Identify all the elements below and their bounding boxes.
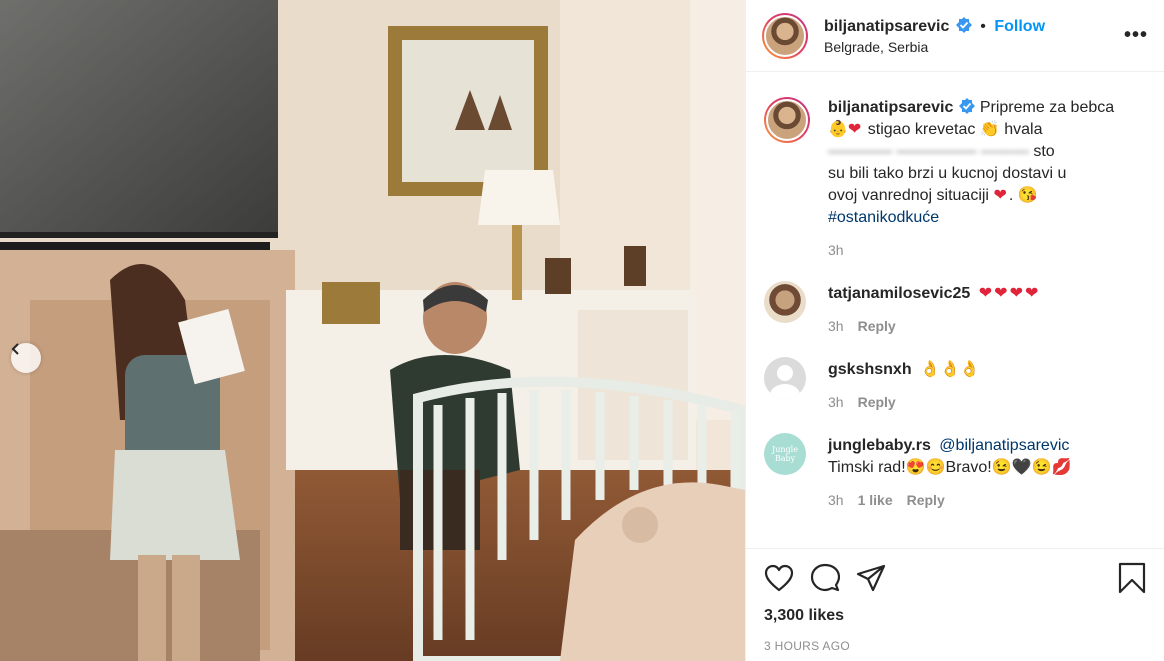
header-username[interactable]: biljanatipsarevic xyxy=(824,18,949,35)
caption-time[interactable]: 3h xyxy=(828,242,844,258)
caption: biljanatipsarevic Pripreme za bebca 👶❤ s… xyxy=(764,97,1148,261)
mention-link[interactable]: @biljanatipsarevic xyxy=(939,437,1069,454)
avatar[interactable] xyxy=(762,12,808,59)
comment-avatar[interactable] xyxy=(764,281,806,323)
heart-emoji: ❤ xyxy=(847,121,864,138)
clap-emoji: 👏 xyxy=(979,121,1000,138)
comment-time[interactable]: 3h xyxy=(828,492,844,508)
reply-button[interactable]: Reply xyxy=(907,492,945,508)
comment-time[interactable]: 3h xyxy=(828,318,844,334)
comment-icon[interactable] xyxy=(810,563,840,593)
comment: Jungle Baby junglebaby.rs @biljanatipsar… xyxy=(764,433,1148,511)
hashtag-link[interactable]: #ostanikodkuće xyxy=(828,209,939,226)
post-timestamp[interactable]: 3 HOURS AGO xyxy=(764,639,1146,653)
like-count[interactable]: 1 like xyxy=(858,492,893,508)
share-icon[interactable] xyxy=(856,564,886,592)
caption-text-3: sto xyxy=(1033,143,1055,160)
reply-button[interactable]: Reply xyxy=(858,394,896,410)
caption-text-4: su bili tako brzi u kucnoj dostavi u xyxy=(828,165,1067,182)
comment-avatar[interactable] xyxy=(764,357,806,399)
heart-emoji: ❤ xyxy=(993,187,1009,204)
comment: gskshsnxh 👌👌👌 3h Reply xyxy=(764,357,1148,413)
comment-time[interactable]: 3h xyxy=(828,394,844,410)
post-header: biljanatipsarevic • Follow Belgrade, Ser… xyxy=(746,0,1164,72)
more-icon[interactable]: ••• xyxy=(1124,24,1148,47)
default-avatar-icon xyxy=(770,365,800,399)
comment-username[interactable]: gskshsnxh xyxy=(828,361,912,378)
comment-username[interactable]: tatjanamilosevic25 xyxy=(828,285,970,302)
baby-emoji: 👶 xyxy=(828,121,848,138)
caption-text-2b: hvala xyxy=(1004,121,1043,138)
location-link[interactable]: Belgrade, Serbia xyxy=(824,39,1124,55)
comment-username[interactable]: junglebaby.rs xyxy=(828,437,931,454)
blurred-mention: ———— ————— ——— xyxy=(828,143,1029,160)
post-actions: 3,300 likes 3 HOURS AGO xyxy=(746,548,1164,661)
follow-button[interactable]: Follow xyxy=(994,18,1045,35)
caption-text-5: ovoj vanrednoj situaciji xyxy=(828,187,989,204)
reply-button[interactable]: Reply xyxy=(858,318,896,334)
post-side-panel: biljanatipsarevic • Follow Belgrade, Ser… xyxy=(745,0,1164,661)
comment-avatar[interactable]: Jungle Baby xyxy=(764,433,806,475)
verified-icon xyxy=(955,16,972,33)
comment-text: Timski rad!😍😊Bravo!😉🖤😉💋 xyxy=(828,459,1072,476)
caption-text-2: stigao krevetac xyxy=(867,121,976,138)
avatar-logo-text: Jungle Baby xyxy=(772,445,798,463)
photo-scene xyxy=(0,0,745,661)
comments-list[interactable]: biljanatipsarevic Pripreme za bebca 👶❤ s… xyxy=(746,73,1164,540)
caption-avatar[interactable] xyxy=(764,97,810,143)
instagram-post: biljanatipsarevic • Follow Belgrade, Ser… xyxy=(0,0,1164,661)
kiss-emoji: 😘 xyxy=(1017,187,1038,204)
separator-dot: • xyxy=(980,17,986,35)
likes-count[interactable]: 3,300 likes xyxy=(764,607,1146,625)
previous-image-button[interactable] xyxy=(11,343,41,373)
caption-text-1: Pripreme za bebca xyxy=(979,99,1115,116)
caption-username[interactable]: biljanatipsarevic xyxy=(828,99,953,116)
verified-icon xyxy=(959,98,976,114)
comment-text: ❤❤❤❤ xyxy=(978,285,1041,302)
comment-text: 👌👌👌 xyxy=(920,361,980,378)
heart-icon[interactable] xyxy=(764,564,794,592)
comment: tatjanamilosevic25 ❤❤❤❤ 3h Reply xyxy=(764,281,1148,337)
bookmark-icon[interactable] xyxy=(1118,562,1146,594)
chevron-left-icon xyxy=(11,343,19,355)
post-photo[interactable] xyxy=(0,0,745,661)
